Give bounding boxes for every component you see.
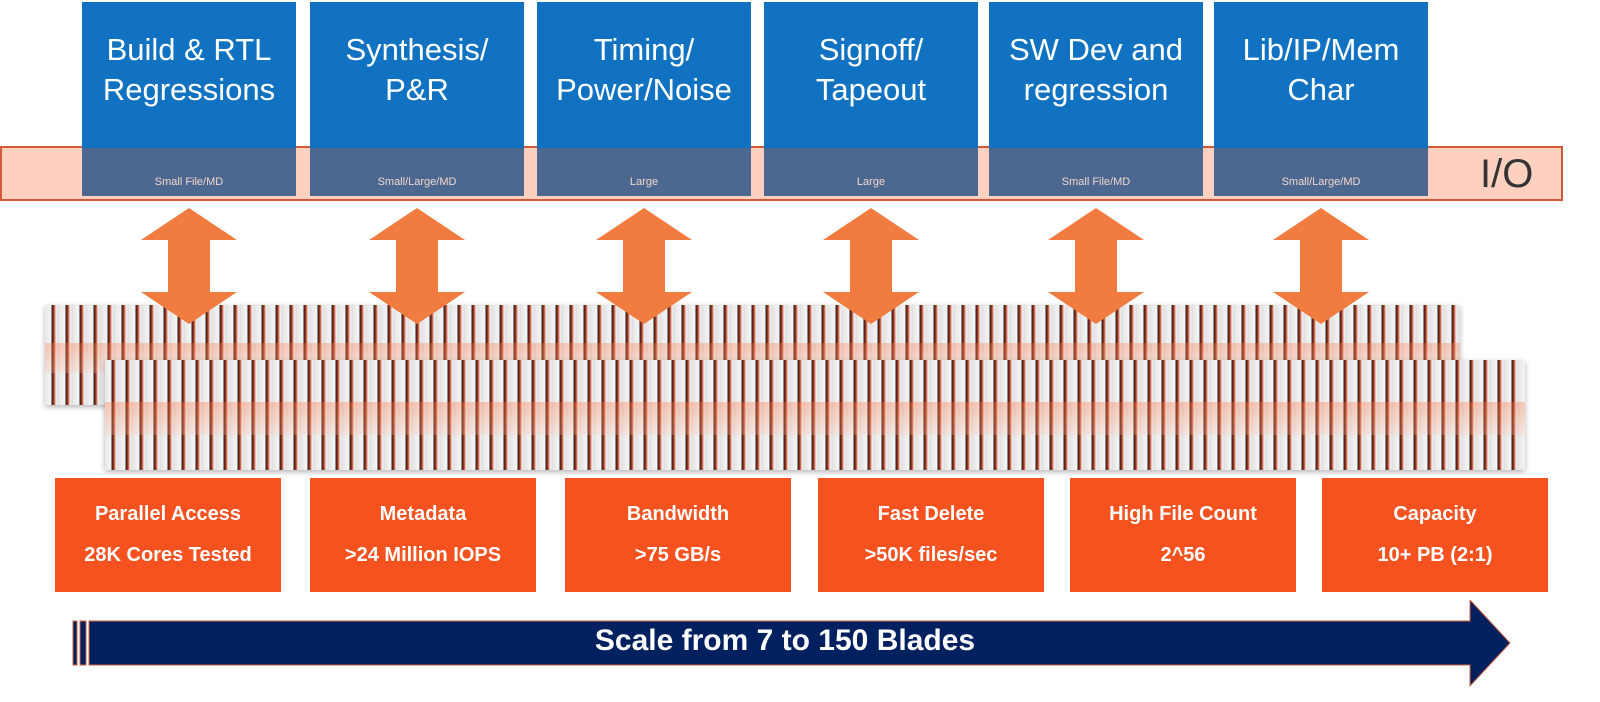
double-arrow-icon xyxy=(1048,208,1144,324)
workload-box: Synthesis/ P&R Small/Large/MD xyxy=(310,2,524,196)
feature-name: Bandwidth xyxy=(626,503,730,525)
feature-name: High File Count xyxy=(1109,503,1257,525)
workload-io-type: Large xyxy=(537,148,751,196)
feature-value: >50K files/sec xyxy=(864,544,998,566)
feature-value: 10+ PB (2:1) xyxy=(1377,544,1493,566)
workload-title: Build & RTL Regressions xyxy=(82,2,296,148)
feature-value: >24 Million IOPS xyxy=(344,544,502,566)
double-arrow-icon xyxy=(1273,208,1369,324)
workload-title: Lib/IP/Mem Char xyxy=(1214,2,1428,148)
scale-label: Scale from 7 to 150 Blades xyxy=(594,624,976,657)
workload-io-type: Large xyxy=(764,148,978,196)
feature-box: Bandwidth >75 GB/s xyxy=(565,478,791,592)
workload-title: Signoff/ Tapeout xyxy=(764,2,978,148)
workload-box: SW Dev and regression Small File/MD xyxy=(989,2,1203,196)
feature-box: Metadata >24 Million IOPS xyxy=(310,478,536,592)
feature-box: Fast Delete >50K files/sec xyxy=(818,478,1044,592)
feature-name: Parallel Access xyxy=(94,503,242,525)
workload-box: Signoff/ Tapeout Large xyxy=(764,2,978,196)
feature-value: 2^56 xyxy=(1160,544,1206,566)
double-arrow-icon xyxy=(141,208,237,324)
feature-name: Metadata xyxy=(379,503,467,525)
workload-box: Timing/ Power/Noise Large xyxy=(537,2,751,196)
workload-title: Synthesis/ P&R xyxy=(310,2,524,148)
feature-name: Fast Delete xyxy=(877,503,985,525)
feature-value: 28K Cores Tested xyxy=(84,544,252,566)
feature-name: Capacity xyxy=(1393,503,1477,525)
double-arrow-icon xyxy=(596,208,692,324)
feature-value: >75 GB/s xyxy=(634,544,722,566)
feature-box: Parallel Access 28K Cores Tested xyxy=(55,478,281,592)
double-arrow-icon xyxy=(823,208,919,324)
feature-box: High File Count 2^56 xyxy=(1070,478,1296,592)
workload-io-type: Small File/MD xyxy=(989,148,1203,196)
workload-box: Lib/IP/Mem Char Small/Large/MD xyxy=(1214,2,1428,196)
workload-title: SW Dev and regression xyxy=(989,2,1203,148)
workload-io-type: Small File/MD xyxy=(82,148,296,196)
workload-io-type: Small/Large/MD xyxy=(1214,148,1428,196)
workload-box: Build & RTL Regressions Small File/MD xyxy=(82,2,296,196)
workload-title: Timing/ Power/Noise xyxy=(537,2,751,148)
workload-io-type: Small/Large/MD xyxy=(310,148,524,196)
storage-chassis-front xyxy=(105,360,1525,470)
io-label: I/O xyxy=(1480,152,1534,196)
double-arrow-icon xyxy=(369,208,465,324)
feature-box: Capacity 10+ PB (2:1) xyxy=(1322,478,1548,592)
